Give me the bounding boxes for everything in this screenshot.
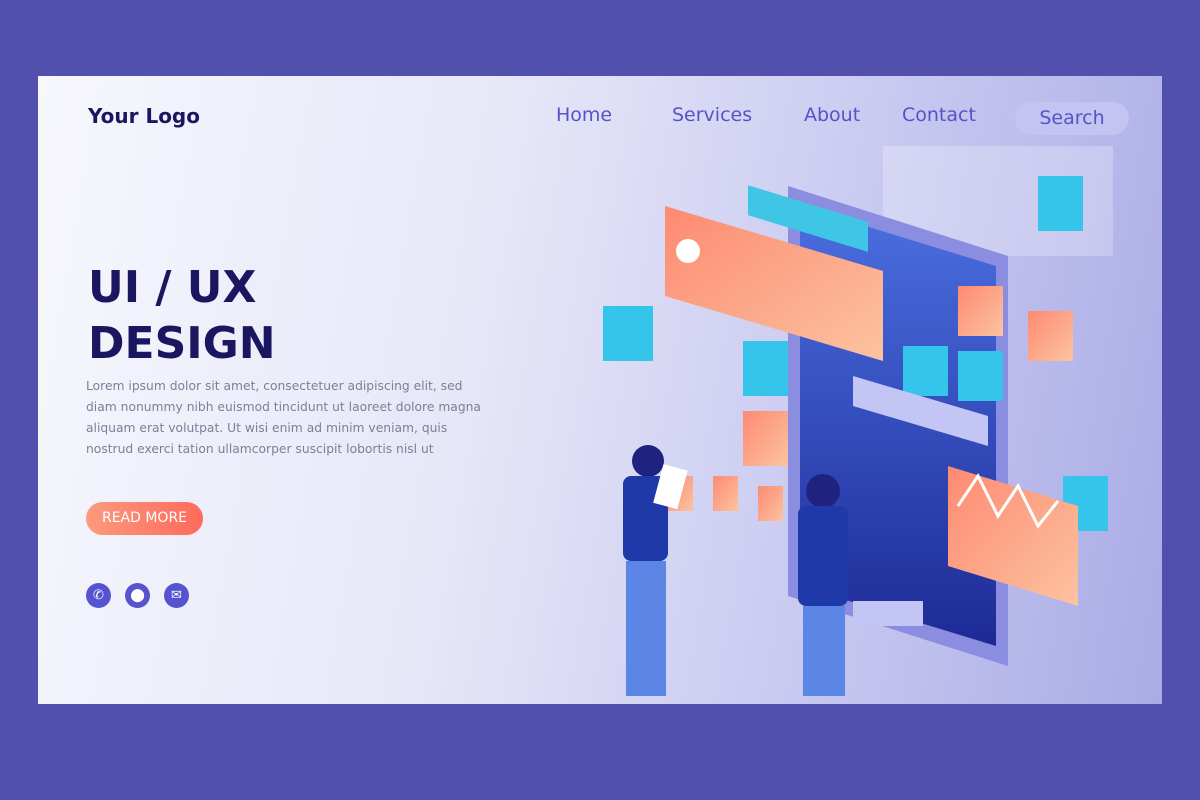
nav-contact[interactable]: Contact [902, 104, 976, 126]
pause-icon [713, 476, 738, 511]
phone-icon[interactable]: ✆ [86, 583, 111, 608]
eye-icon [903, 346, 948, 396]
image-icon [603, 306, 653, 361]
mail-card-icon [743, 411, 788, 466]
phone-call-icon [743, 341, 788, 396]
settings-icon [958, 351, 1003, 401]
woman-figure [623, 445, 688, 696]
mail-icon[interactable]: ✉ [164, 583, 189, 608]
hero-description: Lorem ipsum dolor sit amet, consectetuer… [86, 379, 481, 456]
search-button[interactable]: Search [1015, 102, 1129, 135]
logo[interactable]: Your Logo [88, 104, 200, 128]
nav-home[interactable]: Home [556, 104, 612, 126]
user-icon [676, 239, 700, 263]
location-icon[interactable]: ⬤ [125, 583, 150, 608]
cloud-icon [958, 286, 1003, 336]
hero-title: UI / UX DESIGN [88, 262, 276, 369]
wifi-icon [1038, 176, 1083, 231]
play-icon [1028, 311, 1073, 361]
nav-about[interactable]: About [804, 104, 860, 126]
nav-services[interactable]: Services [672, 104, 752, 126]
illustration [603, 146, 1113, 696]
read-more-button[interactable]: READ MORE [86, 502, 203, 535]
man-figure [798, 474, 848, 696]
landing-page-card: Your Logo Home Services About Contact Se… [38, 76, 1162, 704]
forward-icon [758, 486, 783, 521]
toggle-switch [853, 601, 923, 626]
